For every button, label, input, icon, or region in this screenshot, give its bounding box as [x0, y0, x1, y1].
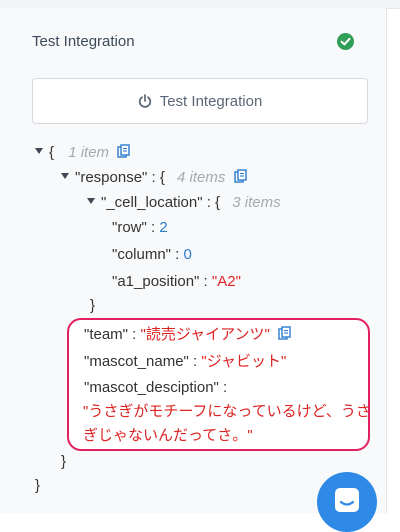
copy-icon[interactable] [117, 144, 130, 158]
json-tree: { 1 item "response" : { 4 items "_cell_l… [0, 0, 386, 513]
copy-icon[interactable] [278, 326, 291, 340]
tree-leaf-mascot-name: "mascot_name" : "ジャビット" [84, 353, 287, 370]
item-count: 3 items [232, 194, 281, 211]
mascot-desciption-value: "うさぎがモチーフになっているけど、うさぎじゃないんだってさ。" [83, 403, 371, 444]
item-count: 4 items [177, 169, 226, 186]
tree-node-cell-location: "_cell_location" : { 3 items [87, 193, 281, 213]
tree-root: { 1 item [35, 143, 130, 163]
collapse-toggle[interactable] [87, 198, 95, 205]
tree-close-brace: } [61, 453, 67, 470]
tree-leaf-a1-position: "a1_position" : "A2" [112, 273, 241, 290]
tree-leaf-column: "column" : 0 [112, 246, 192, 263]
tree-leaf-mascot-desciption: "mascot_desciption" : [84, 379, 228, 396]
item-count: 1 item [68, 144, 110, 161]
tree-node-response: "response" : { 4 items [61, 168, 247, 188]
copy-icon[interactable] [233, 169, 247, 183]
tree-leaf-team: "team" : "読売ジャイアンツ" [84, 325, 291, 345]
tree-close-brace: } [90, 297, 96, 314]
tree-close-brace: } [35, 477, 41, 494]
collapse-toggle[interactable] [35, 148, 43, 155]
tree-leaf-row: "row" : 2 [112, 219, 168, 236]
chat-launcher-button[interactable] [317, 472, 377, 532]
collapse-toggle[interactable] [61, 173, 69, 180]
